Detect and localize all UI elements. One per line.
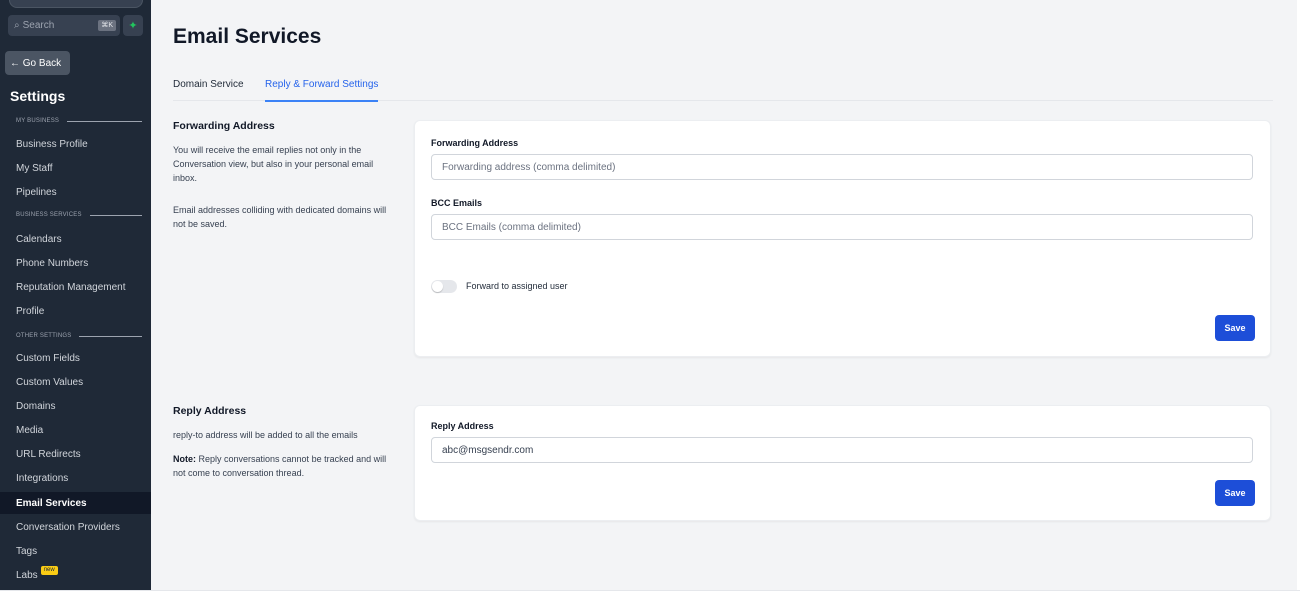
section-header-my-business: MY BUSINESS bbox=[16, 118, 142, 124]
account-switcher[interactable] bbox=[9, 0, 143, 8]
reply-address-input[interactable]: abc@msgsendr.com bbox=[431, 437, 1253, 463]
quick-action-icon[interactable]: ✦ bbox=[123, 15, 143, 36]
sidebar-item-labs[interactable]: Labs new bbox=[0, 564, 151, 586]
divider bbox=[67, 120, 142, 122]
sidebar-item-url-redirects[interactable]: URL Redirects bbox=[0, 443, 151, 465]
forwarding-section-title: Forwarding Address bbox=[173, 120, 275, 132]
sidebar-item-tags[interactable]: Tags bbox=[0, 540, 151, 562]
sidebar-item-profile[interactable]: Profile bbox=[0, 300, 151, 322]
search-input[interactable]: ⌕ Search ⌘K bbox=[8, 15, 120, 36]
new-badge: new bbox=[40, 565, 58, 575]
note-text: Reply conversations cannot be tracked an… bbox=[173, 454, 387, 478]
forwarding-save-button[interactable]: Save bbox=[1215, 315, 1255, 341]
bcc-emails-label: BCC Emails bbox=[431, 198, 483, 208]
forwarding-address-label: Forwarding Address bbox=[431, 138, 519, 148]
section-label: OTHER SETTINGS bbox=[16, 333, 72, 339]
reply-section-title: Reply Address bbox=[173, 405, 247, 417]
forwarding-description: You will receive the email replies not o… bbox=[173, 145, 374, 183]
note-label: Note: bbox=[173, 454, 196, 464]
sidebar-item-conversation-providers[interactable]: Conversation Providers bbox=[0, 516, 151, 538]
main-content: Email Services Domain Service Reply & Fo… bbox=[151, 0, 1297, 590]
sidebar-item-phone-numbers[interactable]: Phone Numbers bbox=[0, 252, 151, 274]
sidebar-title: Settings bbox=[10, 88, 66, 104]
search-shortcut-badge: ⌘K bbox=[98, 20, 116, 31]
divider bbox=[89, 214, 142, 216]
section-label: MY BUSINESS bbox=[16, 118, 60, 124]
forwarding-address-input[interactable]: Forwarding address (comma delimited) bbox=[431, 154, 1253, 180]
sidebar-item-custom-values[interactable]: Custom Values bbox=[0, 371, 151, 393]
go-back-button[interactable]: ← Go Back bbox=[5, 51, 70, 75]
bcc-emails-input[interactable]: BCC Emails (comma delimited) bbox=[431, 214, 1253, 240]
sidebar-item-business-profile[interactable]: Business Profile bbox=[0, 133, 151, 155]
sidebar-item-label: Labs bbox=[16, 569, 38, 581]
section-label: BUSINESS SERVICES bbox=[16, 212, 82, 218]
sidebar-item-reputation-management[interactable]: Reputation Management bbox=[0, 276, 151, 298]
forward-to-assigned-user-label: Forward to assigned user bbox=[466, 281, 568, 291]
sidebar-item-calendars[interactable]: Calendars bbox=[0, 228, 151, 250]
search-placeholder: Search bbox=[22, 20, 55, 31]
sidebar-item-domains[interactable]: Domains bbox=[0, 395, 151, 417]
forwarding-card: Forwarding Address Forwarding address (c… bbox=[414, 120, 1271, 357]
section-header-business-services: BUSINESS SERVICES bbox=[16, 212, 142, 218]
tab-bar: Domain Service Reply & Forward Settings bbox=[173, 79, 1273, 102]
sidebar-item-integrations[interactable]: Integrations bbox=[0, 467, 151, 489]
search-icon: ⌕ bbox=[14, 20, 20, 31]
reply-save-button[interactable]: Save bbox=[1215, 480, 1255, 506]
sidebar-item-email-services[interactable]: Email Services bbox=[0, 492, 151, 514]
sidebar-item-media[interactable]: Media bbox=[0, 419, 151, 441]
tab-reply-forward-settings[interactable]: Reply & Forward Settings bbox=[265, 79, 379, 102]
sidebar-item-custom-fields[interactable]: Custom Fields bbox=[0, 347, 151, 369]
sidebar-item-my-staff[interactable]: My Staff bbox=[0, 157, 151, 179]
tab-domain-service[interactable]: Domain Service bbox=[173, 79, 244, 100]
sidebar-item-pipelines[interactable]: Pipelines bbox=[0, 181, 151, 203]
toggle-knob bbox=[432, 281, 443, 292]
divider bbox=[79, 335, 142, 337]
reply-note: Note: Reply conversations cannot be trac… bbox=[173, 452, 395, 480]
reply-card: Reply Address abc@msgsendr.com Save bbox=[414, 405, 1271, 521]
section-header-other-settings: OTHER SETTINGS bbox=[16, 333, 142, 339]
reply-address-label: Reply Address bbox=[431, 421, 494, 431]
forward-to-assigned-user-toggle[interactable] bbox=[431, 280, 457, 293]
reply-description: reply-to address will be added to all th… bbox=[173, 430, 358, 440]
sidebar: ⌕ Search ⌘K ✦ ← Go Back Settings MY BUSI… bbox=[0, 0, 151, 590]
forwarding-note: Email addresses colliding with dedicated… bbox=[173, 205, 387, 229]
page-title: Email Services bbox=[173, 25, 322, 48]
